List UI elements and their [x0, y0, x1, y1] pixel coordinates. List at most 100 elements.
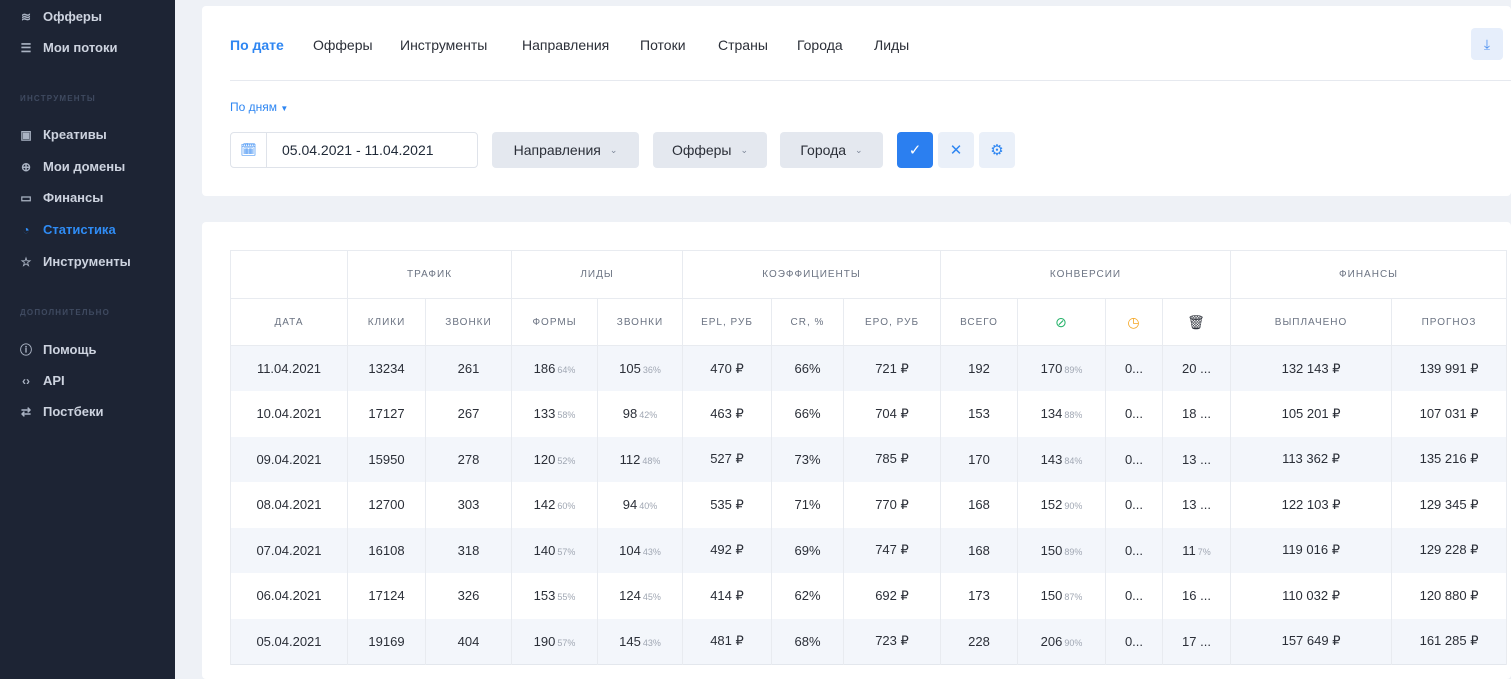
cell-total: 168 [940, 482, 1018, 528]
sidebar-item-my-domains[interactable]: ⊕ Мои домены [18, 159, 125, 174]
cell-rejected: 20 ... [1161, 345, 1232, 391]
cell-cr: 73% [771, 436, 844, 482]
cell-clicks: 17124 [347, 573, 426, 619]
cell-rejected: 17 ... [1161, 618, 1232, 664]
settings-button[interactable]: ⚙ [979, 132, 1015, 168]
cell-pending: 0... [1105, 482, 1163, 528]
cell-approved: 152 90% [1017, 482, 1106, 528]
cell-approved-percent: 87% [1064, 592, 1083, 603]
cell-lead-calls-percent: 48% [642, 455, 661, 466]
cell-cr: 66% [771, 345, 844, 391]
cell-pending-value: 0... [1124, 451, 1144, 467]
reset-button[interactable]: ✕ [938, 132, 974, 168]
cell-rejected-value: 11 [1182, 542, 1196, 558]
sidebar-item-offers[interactable]: ≋ Офферы [18, 9, 102, 24]
tab-directions[interactable]: Направления [522, 37, 609, 53]
date-range-picker[interactable]: 🗓 05.04.2021 - 11.04.2021 [230, 132, 478, 168]
cell-forecast: 129 345 ₽ [1391, 482, 1508, 528]
sidebar-item-api[interactable]: ‹› API [18, 373, 65, 388]
sidebar-item-finance[interactable]: ▭ Финансы [18, 190, 103, 205]
cell-total: 228 [940, 618, 1018, 664]
apply-button[interactable]: ✓ [897, 132, 933, 168]
tab-leads[interactable]: Лиды [874, 37, 909, 53]
cell-epo-value: 721 ₽ [875, 360, 909, 376]
tab-streams[interactable]: Потоки [640, 37, 686, 53]
table-row: 07.04.2021 16108 318 140 57% 104 43% 492 ₽69% 74… [230, 527, 1508, 573]
cell-forecast-value: 139 991 ₽ [1419, 360, 1479, 376]
download-button[interactable]: ⤓ [1471, 28, 1503, 60]
cell-clicks: 12700 [347, 482, 426, 528]
col-header-clicks[interactable]: КЛИКИ [347, 298, 426, 346]
cell-calls-value: 261 [457, 361, 480, 376]
col-header-rejected[interactable]: 🗑 [1161, 298, 1232, 346]
cell-total-value: 170 [968, 451, 990, 467]
offers-dropdown[interactable]: Офферы ⌄ [653, 132, 767, 168]
cell-pending-value: 0... [1124, 497, 1144, 513]
cell-lead-calls-value: 105 [619, 361, 641, 376]
sidebar: ≋ Офферы ☰ Мои потоки ИНСТРУМЕНТЫ ▣ Креатив… [0, 0, 175, 679]
sidebar-item-label: Статистика [43, 222, 116, 237]
cell-lead-calls: 105 36% [597, 345, 683, 391]
cell-approved: 206 90% [1017, 618, 1106, 664]
tab-offers[interactable]: Офферы [313, 37, 373, 53]
cell-total: 192 [940, 345, 1018, 391]
cell-cr: 66% [771, 391, 844, 437]
table-row: 08.04.2021 12700 303 142 60% 94 40% 535 ₽71% 770… [230, 482, 1508, 528]
cell-forms: 140 57% [511, 527, 598, 573]
sidebar-item-statistics[interactable]: ◔ Статистика [18, 222, 116, 237]
cell-paid-value: 122 103 ₽ [1281, 496, 1341, 512]
period-dropdown[interactable]: По дням ▼ [230, 100, 288, 114]
col-header-calls[interactable]: ЗВОНКИ [425, 298, 512, 346]
cell-epl: 481 ₽ [682, 618, 772, 664]
cell-epo: 747 ₽ [843, 527, 941, 573]
clock-icon: ◷ [1127, 313, 1141, 330]
col-header-epo[interactable]: EPO, РУБ [843, 298, 941, 346]
sidebar-item-help[interactable]: ⓘ Помощь [18, 341, 96, 358]
cell-paid: 157 649 ₽ [1230, 618, 1393, 664]
cell-approved-value: 134 [1040, 406, 1063, 422]
sidebar-item-my-streams[interactable]: ☰ Мои потоки [18, 40, 118, 55]
cell-clicks-value: 15950 [368, 451, 405, 467]
cell-paid-value: 157 649 ₽ [1281, 633, 1341, 648]
sidebar-item-creatives[interactable]: ▣ Креативы [18, 127, 106, 142]
directions-dropdown[interactable]: Направления ⌄ [492, 132, 639, 168]
col-header-total[interactable]: ВСЕГО [940, 298, 1018, 346]
cell-approved: 143 84% [1017, 436, 1106, 482]
col-header-cr[interactable]: CR, % [771, 298, 844, 346]
cell-date-value: 10.04.2021 [256, 406, 322, 422]
tab-tools[interactable]: Инструменты [400, 37, 487, 53]
offers-label: Офферы [671, 142, 732, 158]
cell-forecast: 139 991 ₽ [1391, 345, 1508, 391]
col-header-epl[interactable]: EPL, РУБ [682, 298, 772, 346]
tab-by-date[interactable]: По дате [230, 37, 284, 53]
cell-forms: 120 52% [511, 436, 598, 482]
col-header-paid[interactable]: ВЫПЛАЧЕНО [1230, 298, 1393, 346]
col-header-forms[interactable]: ФОРМЫ [511, 298, 598, 346]
cell-pending: 0... [1105, 573, 1163, 619]
cell-forms-percent: 60% [557, 501, 576, 512]
cell-pending-value: 0... [1124, 633, 1144, 649]
col-header-pending[interactable]: ◷ [1105, 298, 1163, 346]
cities-dropdown[interactable]: Города ⌄ [780, 132, 883, 168]
cell-cr: 62% [771, 573, 844, 619]
table-row: 10.04.2021 17127 267 133 58% 98 42% 463 ₽66% 704… [230, 391, 1508, 437]
cell-forecast-value: 129 228 ₽ [1419, 542, 1479, 558]
cell-cr-value: 69% [794, 542, 821, 558]
cell-date-value: 05.04.2021 [256, 633, 322, 649]
col-header-date[interactable]: ДАТА [230, 298, 348, 346]
cell-paid-value: 105 201 ₽ [1281, 405, 1341, 421]
cell-forms-percent: 52% [557, 455, 576, 466]
sidebar-item-tools[interactable]: ☆ Инструменты [18, 254, 131, 269]
tab-countries[interactable]: Страны [718, 37, 768, 53]
cell-epl-value: 527 ₽ [710, 451, 744, 467]
tabs-divider [230, 80, 1511, 81]
cell-epo: 770 ₽ [843, 482, 941, 528]
tab-cities[interactable]: Города [797, 37, 843, 53]
sidebar-item-postbacks[interactable]: ⇄ Постбеки [18, 404, 104, 419]
cell-lead-calls-percent: 43% [642, 637, 661, 648]
col-header-approved[interactable]: ⊘ [1017, 298, 1106, 346]
cell-calls: 404 [425, 618, 512, 664]
col-header-forecast[interactable]: ПРОГНОЗ [1391, 298, 1508, 346]
col-header-lead-calls[interactable]: ЗВОНКИ [597, 298, 683, 346]
cell-rejected-value: 16 ... [1182, 588, 1211, 604]
